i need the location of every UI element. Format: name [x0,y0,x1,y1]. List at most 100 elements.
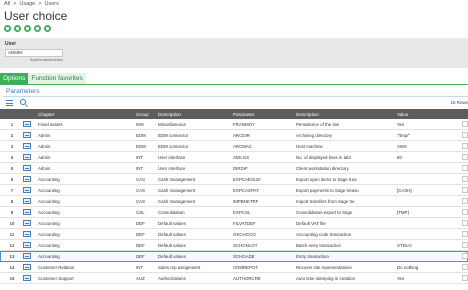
row-detail-icon[interactable] [23,253,31,259]
column-header-description[interactable]: Description [158,109,230,119]
row-select-checkbox[interactable] [462,121,468,127]
cell-value [397,174,465,184]
row-detail-icon-wrap [23,163,33,173]
row-number: 6 [10,176,14,182]
table-row[interactable]: 5 Admin INT User interface DIRDIF Client work… [0,163,468,174]
cell-chapter: Accounting [38,176,60,182]
table-row[interactable]: 15 Customer Support AUZ Authorizations AUTHO… [0,273,468,284]
cell-chapter: Admin [38,165,51,171]
cell-chapter: Admin [38,132,51,138]
row-detail-icon[interactable] [23,209,31,215]
row-detail-icon[interactable] [23,264,31,270]
row-detail-icon[interactable] [23,165,31,171]
cell-description: Default values [158,253,186,259]
row-select-checkbox[interactable] [462,143,468,149]
row-detail-icon[interactable] [23,154,31,160]
row-select-checkbox[interactable] [462,242,468,248]
cell-chapter: Admin [38,143,51,149]
cell-parameter: IMPBNKTRF [233,198,259,204]
cell-parameter: ADILGS [233,154,250,160]
table-row[interactable]: 4 Admin INT User interface ADILGS No. of disp… [0,152,468,163]
row-detail-icon[interactable] [23,242,31,248]
cell-description: Cash management [158,176,196,182]
table-row[interactable]: 14 Customer Relation INT Sales rep assignme… [0,262,468,273]
cell-group: CAS [136,176,146,182]
table-row[interactable]: 11 Accounting DEF Default values GSCHGCO Acco… [0,229,468,240]
cell-parameter: AUTHORCRE [233,275,261,281]
row-detail-icon[interactable] [23,132,31,138]
save-action-icon[interactable] [4,25,11,32]
row-detail-icon[interactable] [23,176,31,182]
more-action-icon[interactable] [34,25,41,32]
cell-parameter: EXPCAEGUD [233,176,261,182]
breadcrumb-item-all[interactable]: All [4,1,10,7]
table-row[interactable]: 2 Admin EDM EDM connector ARCDIR Archiving di… [0,130,468,141]
row-select-checkbox[interactable] [462,154,468,160]
cell-group: DEF [136,220,145,226]
cell-description: User interface [158,165,186,171]
row-select-checkbox[interactable] [462,132,468,138]
row-detail-icon[interactable] [23,121,31,127]
table-row[interactable]: 10 Accounting DEF Default values FILVATDEF De… [0,218,468,229]
row-select-checkbox[interactable] [462,176,468,182]
row-select-checkbox[interactable] [462,187,468,193]
table-row[interactable]: 8 Accounting CAS Cash management IMPBNKTRF Im… [0,196,468,207]
list-view-icon[interactable] [6,100,13,106]
row-detail-icon[interactable] [23,187,31,193]
row-select-checkbox[interactable] [462,165,468,171]
cell-parameter: ARCMAC [233,143,253,149]
column-header-value[interactable]: Value [397,109,465,119]
cell-description: Default values [158,242,186,248]
row-select-checkbox[interactable] [462,275,468,281]
column-header-parameter[interactable]: Parameter [233,109,293,119]
close-action-icon[interactable] [44,25,51,32]
column-header-group[interactable]: Group [136,109,156,119]
row-detail-icon[interactable] [23,220,31,226]
tab-options[interactable]: Options [0,73,29,84]
search-icon[interactable] [20,99,26,105]
row-select-checkbox[interactable] [462,198,468,204]
row-detail-icon[interactable] [23,231,31,237]
parameters-grid: Chapter Group Description Parameter Desc… [0,109,468,284]
user-label: User [5,41,17,47]
row-number: 11 [9,231,15,237]
cell-description: Default values [158,231,186,237]
breadcrumb-separator: > [13,1,17,7]
column-header-chapter[interactable]: Chapter [38,109,134,119]
row-select-checkbox[interactable] [462,231,468,237]
row-detail-icon[interactable] [23,275,31,281]
cell-chapter: Accounting [38,209,60,215]
breadcrumb-item-usage[interactable]: Usage [19,1,35,7]
row-number: 15 [9,275,15,281]
column-header-parameter-description[interactable]: Description [296,109,396,119]
cell-value: Yes [397,275,405,281]
table-row[interactable]: 7 Accounting CAS Cash management EXPCASPAY Ex… [0,185,468,196]
row-detail-icon[interactable] [23,198,31,204]
row-select-checkbox[interactable] [462,220,468,226]
table-row[interactable]: 6 Accounting CAS Cash management EXPCAEGUD Ex… [0,174,468,185]
tab-function-favorites[interactable]: Function favorites [28,73,86,84]
table-row[interactable]: 3 Admin EDM EDM connector ARCMAC Host machine… [0,141,468,152]
row-number: 5 [10,165,14,171]
table-row[interactable]: 1 Fixed assets MIS Miscellaneous FRANMOY Pers… [0,119,468,130]
table-row[interactable]: 12 Accounting DEF Default values SCHGNLOT Bat… [0,240,468,251]
refresh-action-icon[interactable] [24,25,31,32]
row-detail-icon[interactable] [23,143,31,149]
breadcrumb-item-users[interactable]: Users [44,1,58,7]
row-select-checkbox[interactable] [462,253,468,259]
cell-chapter: Accounting [38,198,60,204]
cell-parameter-description: Default VAT file [296,220,326,226]
cell-description: Authorizations [158,275,186,281]
row-select-checkbox[interactable] [462,209,468,215]
cell-group: MIS [136,121,144,127]
user-field[interactable]: ADMIN [5,49,63,57]
table-row[interactable]: 13 Accounting DEF Default values SCHGADE Entr… [0,251,468,262]
cell-value: STDLO [397,242,412,248]
table-row[interactable]: 9 Accounting CSL Consolidation EXPCSL Consoli… [0,207,468,218]
row-select-checkbox[interactable] [462,264,468,270]
cell-parameter: SCHGADE [233,253,255,259]
row-number: 4 [10,154,14,160]
row-number: 8 [10,198,14,204]
cell-value: [TMP] [397,209,409,215]
cancel-action-icon[interactable] [14,25,21,32]
